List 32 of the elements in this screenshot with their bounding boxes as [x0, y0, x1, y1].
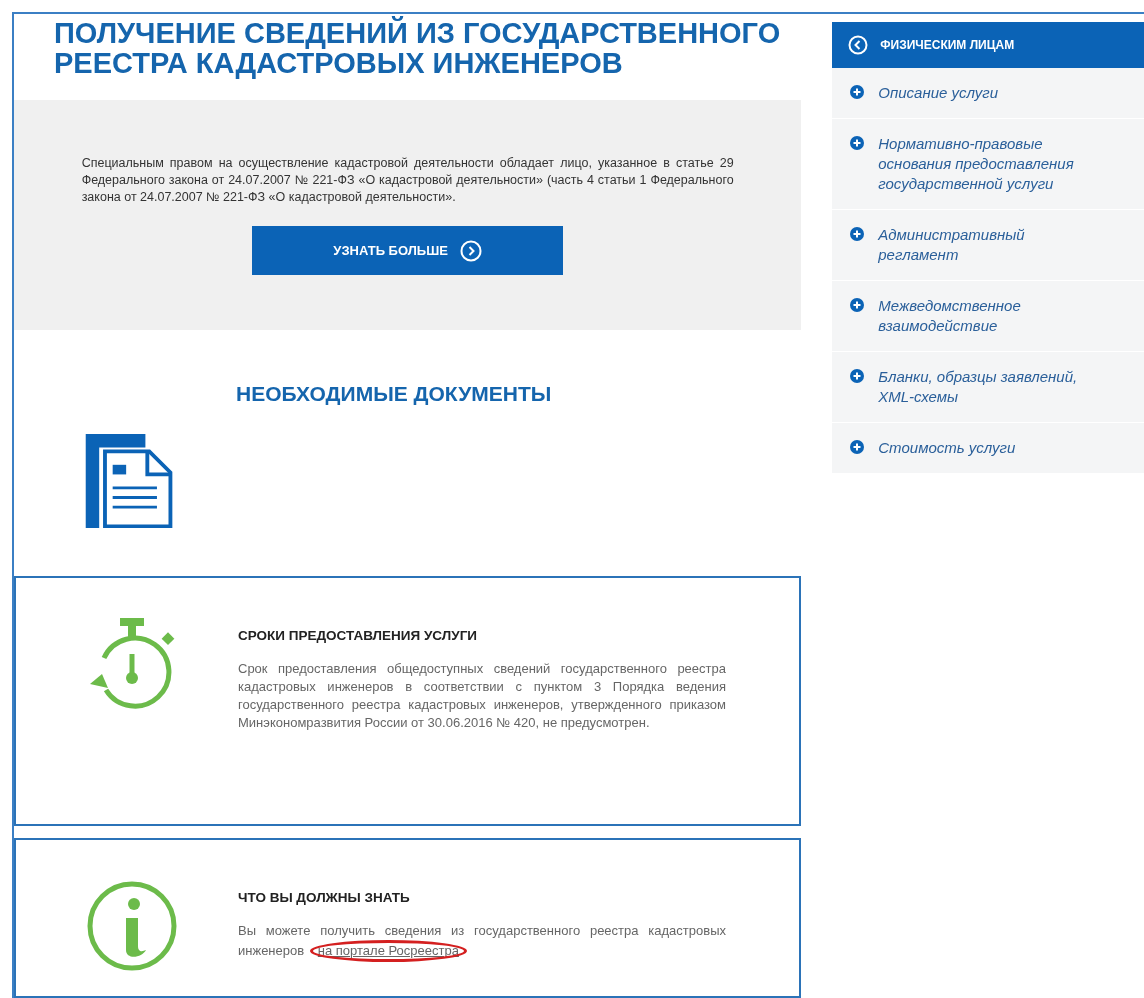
back-icon	[848, 35, 869, 55]
page-title: ПОЛУЧЕНИЕ СВЕДЕНИЙ ИЗ ГОСУДАРСТВЕННОГО РЕЕСТРА КАДАСТРОВЫХ ИНЖЕНЕРОВ	[54, 18, 782, 78]
sidebar-link-label: Бланки, образцы заявлений, XML-схемы	[878, 367, 1079, 407]
card-heading: ЧТО ВЫ ДОЛЖНЫ ЗНАТЬ	[238, 889, 411, 907]
sidebar-link[interactable]: Нормативно-правовые основания предоставления государственной услуги	[832, 119, 1144, 210]
section-heading: НЕОБХОДИМЫЕ ДОКУМЕНТЫ	[236, 381, 553, 408]
plus-circle-icon	[850, 85, 865, 99]
plus-circle-icon	[850, 440, 865, 454]
sidebar-header[interactable]: ФИЗИЧЕСКИМ ЛИЦАМ	[832, 22, 1144, 68]
plus-circle-icon	[850, 227, 865, 241]
sidebar-link[interactable]: Межведомственное взаимодействие	[832, 281, 1144, 352]
sidebar-link-label: Нормативно-правовые основания предоставления государственной услуги	[878, 134, 1075, 194]
card-heading: СРОКИ ПРЕДОСТАВЛЕНИЯ УСЛУГИ	[238, 627, 478, 645]
card-paragraph: Срок предоставления общедоступных сведений государственного реестра кадастровых инженеров в соответствии с пунктом 3 Порядка ведения государственного реестра кадастровых инженеров, утвержденного приказом Минэкономразвития России от 30.06.2016 № 420, не предусмотрен.	[238, 660, 726, 733]
portal-link[interactable]: на портале Росреестра	[309, 940, 467, 963]
plus-circle-icon	[850, 136, 865, 150]
sidebar-link[interactable]: Описание услуги	[832, 68, 1144, 119]
sidebar-link[interactable]: Бланки, образцы заявлений, XML-схемы	[832, 352, 1144, 423]
sidebar-link[interactable]: Стоимость услуги	[832, 423, 1144, 474]
sidebar-header-label: ФИЗИЧЕСКИМ ЛИЦАМ	[880, 37, 1015, 54]
sidebar-link-label: Административный регламент	[878, 225, 1026, 265]
intro-paragraph: Специальным правом на осуществление кадастровой деятельности обладает лицо, указанное в статье 29 Федерального закона от 24.07.2007 № 221-ФЗ «О кадастровой деятельности» (часть 4 статьи 1 Федерального закона от 24.07.2007 № 221-ФЗ «О кадастровой деятельности».	[81, 155, 734, 206]
plus-circle-icon	[850, 369, 865, 383]
card-paragraph: Вы можете получить сведения из государственного реестра кадастровых инженеров на портале Росреестра	[238, 922, 726, 963]
sidebar-link-label: Описание услуги	[878, 83, 1000, 103]
sidebar-link-label: Межведомственное взаимодействие	[878, 296, 1022, 336]
sidebar-link[interactable]: Административный регламент	[832, 210, 1144, 281]
sidebar-link-label: Стоимость услуги	[878, 438, 1017, 458]
info-icon	[86, 880, 178, 972]
arrow-circle-icon	[459, 239, 482, 262]
plus-circle-icon	[850, 298, 865, 312]
learn-more-button[interactable]: УЗНАТЬ БОЛЬШЕ	[252, 226, 564, 275]
